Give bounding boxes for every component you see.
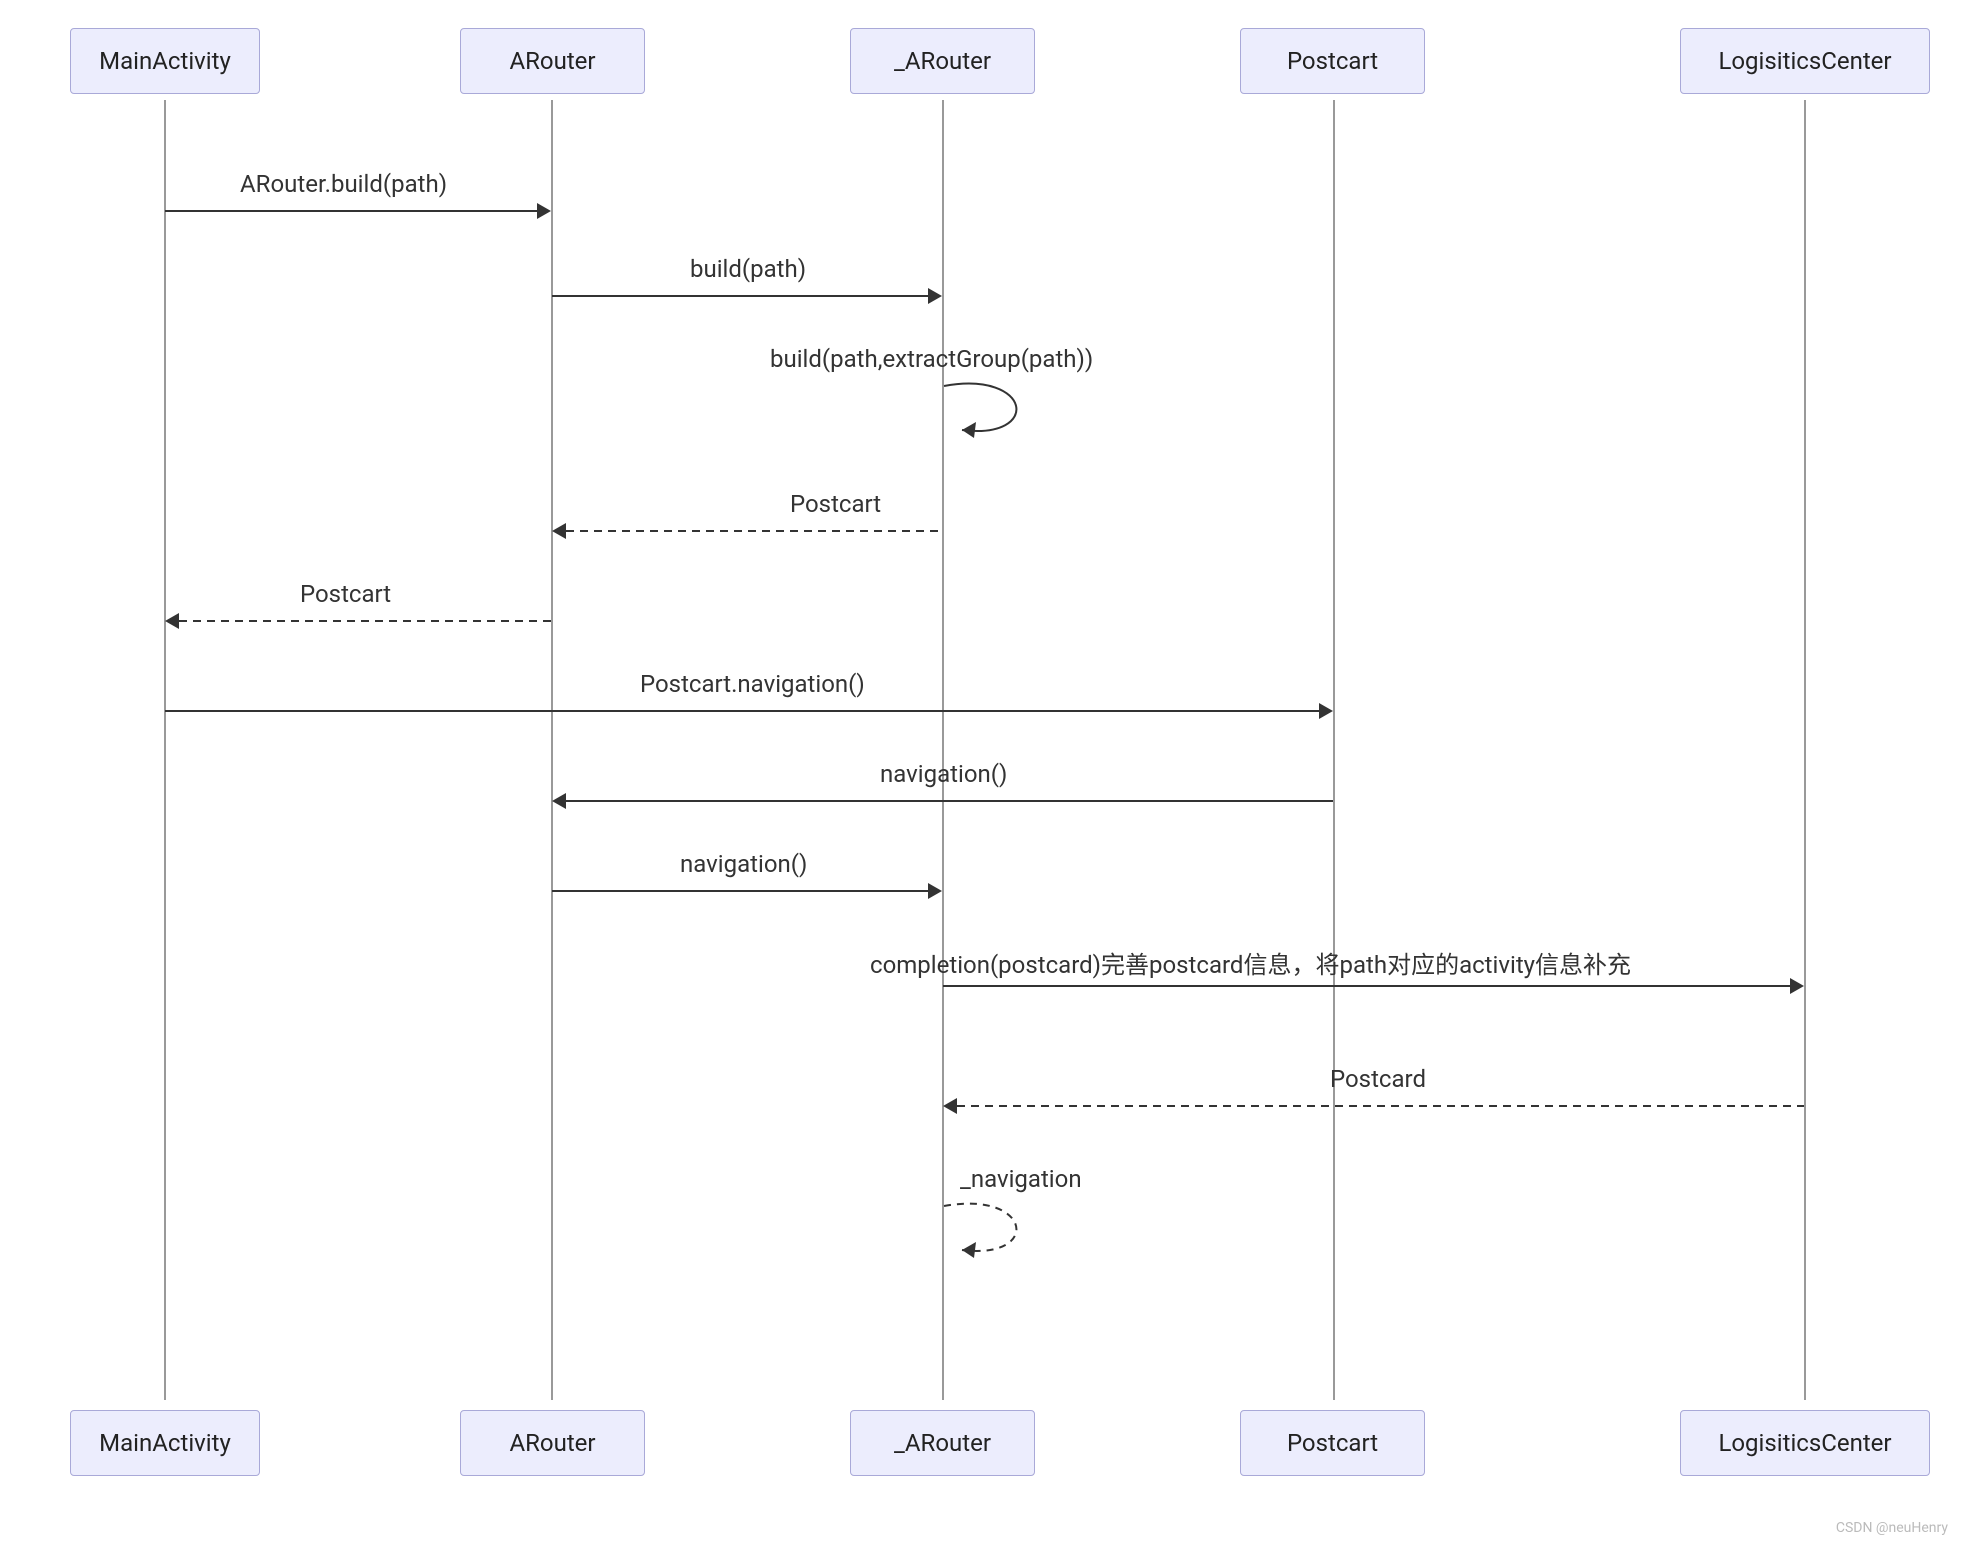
self-loop-icon bbox=[942, 1200, 1062, 1270]
arrow-head-icon bbox=[1790, 978, 1804, 994]
message-arrow bbox=[165, 710, 1319, 712]
message-label: _navigation bbox=[960, 1165, 1082, 1193]
participant-label: MainActivity bbox=[99, 1429, 231, 1457]
arrow-head-icon bbox=[928, 288, 942, 304]
arrow-head-icon bbox=[552, 793, 566, 809]
participant-label: LogisiticsCenter bbox=[1718, 47, 1891, 75]
lifeline-logisiticscenter bbox=[1804, 100, 1806, 1400]
participant-logisiticscenter-top: LogisiticsCenter bbox=[1680, 28, 1930, 94]
message-label: Postcart.navigation() bbox=[640, 670, 865, 698]
message-label: Postcart bbox=[790, 490, 881, 518]
message-label: Postcart bbox=[300, 580, 391, 608]
participant-_arouter-bottom: _ARouter bbox=[850, 1410, 1035, 1476]
self-loop-icon bbox=[942, 380, 1062, 450]
participant-arouter-bottom: ARouter bbox=[460, 1410, 645, 1476]
participant-mainactivity-top: MainActivity bbox=[70, 28, 260, 94]
arrow-head-icon bbox=[552, 523, 566, 539]
participant-label: _ARouter bbox=[894, 1429, 991, 1457]
participant-label: ARouter bbox=[509, 1429, 595, 1457]
arrow-head-icon bbox=[165, 613, 179, 629]
message-arrow bbox=[552, 890, 928, 892]
participant-label: LogisiticsCenter bbox=[1718, 1429, 1891, 1457]
message-arrow-return bbox=[566, 530, 942, 532]
participant-label: MainActivity bbox=[99, 47, 231, 75]
participant-label: ARouter bbox=[509, 47, 595, 75]
message-arrow-return bbox=[179, 620, 551, 622]
message-arrow bbox=[943, 985, 1790, 987]
participant-_arouter-top: _ARouter bbox=[850, 28, 1035, 94]
arrow-head-icon bbox=[928, 883, 942, 899]
participant-postcart-bottom: Postcart bbox=[1240, 1410, 1425, 1476]
message-label: Postcard bbox=[1330, 1065, 1426, 1093]
watermark: CSDN @neuHenry bbox=[1836, 1520, 1948, 1536]
message-label: navigation() bbox=[880, 760, 1007, 788]
participant-logisiticscenter-bottom: LogisiticsCenter bbox=[1680, 1410, 1930, 1476]
participant-arouter-top: ARouter bbox=[460, 28, 645, 94]
lifeline-mainactivity bbox=[164, 100, 166, 1400]
message-arrow bbox=[566, 800, 1333, 802]
participant-label: _ARouter bbox=[894, 47, 991, 75]
message-label: build(path) bbox=[690, 255, 806, 283]
message-arrow bbox=[165, 210, 537, 212]
arrow-head-icon bbox=[537, 203, 551, 219]
message-label: completion(postcard)完善postcard信息，将path对应… bbox=[870, 945, 1631, 980]
arrow-head-icon bbox=[1319, 703, 1333, 719]
participant-label: Postcart bbox=[1287, 1429, 1378, 1457]
participant-postcart-top: Postcart bbox=[1240, 28, 1425, 94]
message-label: build(path,extractGroup(path)) bbox=[770, 345, 1093, 373]
message-arrow bbox=[552, 295, 928, 297]
message-label: navigation() bbox=[680, 850, 807, 878]
message-label: ARouter.build(path) bbox=[240, 170, 447, 198]
lifeline-postcart bbox=[1333, 100, 1335, 1400]
participant-label: Postcart bbox=[1287, 47, 1378, 75]
message-arrow-return bbox=[957, 1105, 1804, 1107]
participant-mainactivity-bottom: MainActivity bbox=[70, 1410, 260, 1476]
arrow-head-icon bbox=[943, 1098, 957, 1114]
